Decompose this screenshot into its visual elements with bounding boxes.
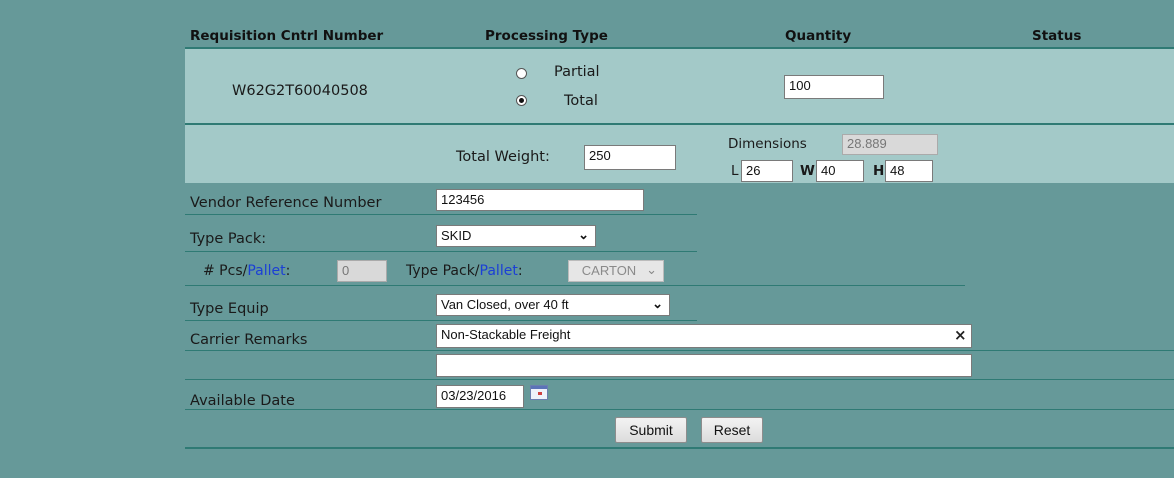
type-pack-pallet-select: CARTON ⌄ (568, 260, 664, 282)
vendor-reference-label: Vendor Reference Number (190, 195, 382, 211)
close-icon[interactable]: × (954, 326, 967, 344)
weight-dimensions-row (185, 125, 1174, 183)
width-input[interactable]: 40 (816, 160, 864, 182)
requisition-number: W62G2T60040508 (232, 83, 368, 99)
carrier-remarks-input[interactable]: Non-Stackable Freight (436, 324, 972, 348)
length-label: L (731, 163, 739, 179)
tp-suffix: : (517, 263, 523, 279)
radio-partial-label: Partial (554, 64, 600, 80)
type-pack-pallet-link[interactable]: Pallet (480, 263, 518, 279)
tp-prefix: Type Pack/ (406, 263, 480, 279)
height-input[interactable]: 48 (885, 160, 933, 182)
type-equip-label: Type Equip (190, 301, 269, 317)
radio-total[interactable] (516, 95, 527, 106)
height-label: H (873, 163, 885, 179)
header-requisition: Requisition Cntrl Number (190, 28, 384, 44)
total-weight-label: Total Weight: (456, 149, 550, 165)
type-pack-pallet-label: Type Pack/Pallet: (406, 263, 523, 279)
available-date-label: Available Date (190, 393, 295, 409)
page: { "table_headers": { "req": "Requisition… (0, 0, 1174, 478)
type-pack-select[interactable]: SKID ⌄ (436, 225, 596, 247)
carrier-remarks-value: Non-Stackable Freight (441, 327, 571, 342)
dimensions-total-field: 28.889 (842, 134, 938, 155)
type-equip-divider (185, 320, 697, 321)
chevron-down-icon: ⌄ (578, 227, 589, 242)
type-pack-value: SKID (441, 228, 472, 243)
width-label: W (800, 163, 815, 179)
carrier-remarks-divider (185, 350, 1174, 351)
calendar-icon[interactable] (530, 385, 548, 400)
dimensions-label: Dimensions (728, 136, 807, 152)
carrier-remarks-label: Carrier Remarks (190, 332, 308, 348)
type-equip-value: Van Closed, over 40 ft (441, 297, 569, 312)
pcs-row-divider (185, 285, 965, 286)
carrier-remarks-second-input[interactable] (436, 354, 972, 377)
submit-button[interactable]: Submit (615, 417, 687, 443)
radio-total-label: Total (564, 93, 598, 109)
reset-button[interactable]: Reset (701, 417, 763, 443)
radio-partial[interactable] (516, 68, 527, 79)
total-weight-input[interactable]: 250 (584, 145, 676, 170)
pcs-prefix: # Pcs/ (203, 263, 248, 279)
vendor-reference-input[interactable]: 123456 (436, 189, 644, 211)
chevron-down-icon: ⌄ (652, 296, 663, 311)
header-quantity: Quantity (785, 28, 852, 44)
pcs-suffix: : (285, 263, 291, 279)
header-processing-type: Processing Type (485, 28, 608, 44)
pallet-link[interactable]: Pallet (247, 263, 285, 279)
type-pack-label: Type Pack: (190, 231, 267, 247)
pcs-pallet-input: 0 (337, 260, 387, 282)
available-date-divider (185, 409, 1174, 410)
quantity-input[interactable]: 100 (784, 75, 884, 99)
vendor-row-divider (185, 214, 697, 215)
length-input[interactable]: 26 (741, 160, 793, 182)
chevron-down-icon: ⌄ (646, 262, 657, 277)
type-pack-divider (185, 251, 697, 252)
type-pack-pallet-value: CARTON (581, 263, 637, 278)
pcs-pallet-label: # Pcs/Pallet: (203, 263, 290, 279)
type-equip-select[interactable]: Van Closed, over 40 ft ⌄ (436, 294, 670, 316)
header-status: Status (1032, 28, 1082, 44)
available-date-input[interactable]: 03/23/2016 (436, 385, 524, 408)
second-remarks-divider (185, 379, 1174, 380)
footer-divider (185, 447, 1174, 449)
